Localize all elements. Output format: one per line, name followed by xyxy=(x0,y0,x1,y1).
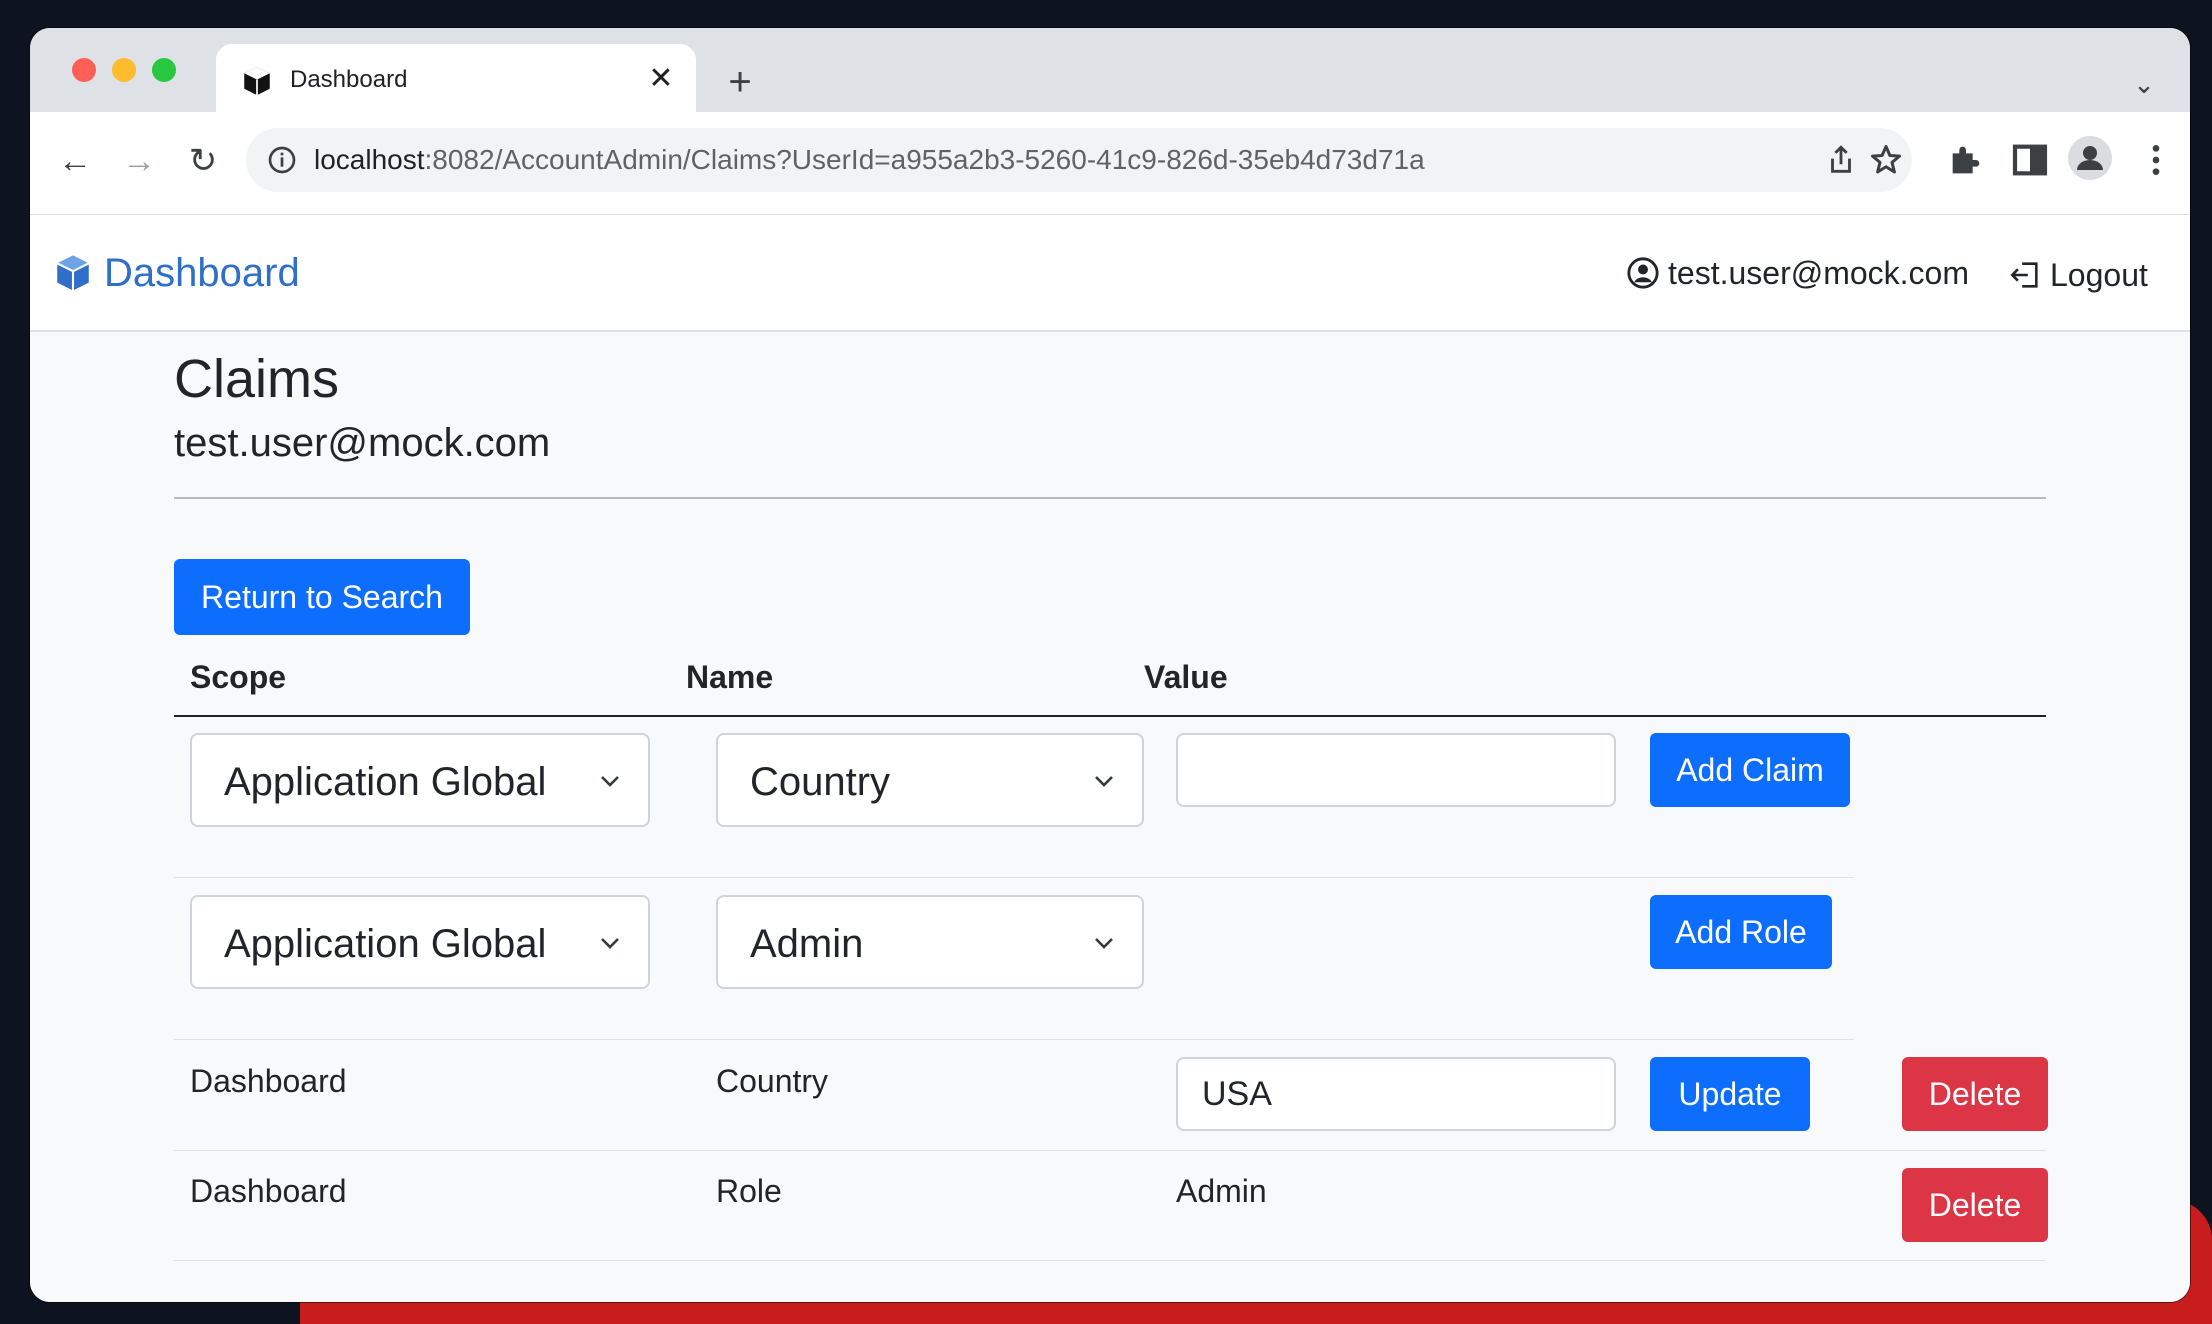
profile-avatar-icon[interactable] xyxy=(2066,134,2114,182)
chevron-down-icon xyxy=(1095,776,1113,787)
row-2-scope: Dashboard xyxy=(190,1173,347,1209)
user-account-link[interactable]: test.user@mock.com xyxy=(1626,249,1969,297)
column-header-scope: Scope xyxy=(190,659,287,695)
brand-label: Dashboard xyxy=(104,250,300,295)
site-info-icon[interactable] xyxy=(266,144,298,176)
row-separator xyxy=(174,1150,2046,1151)
window-close-button[interactable] xyxy=(72,58,96,82)
page-viewport: Dashboard test.user@mock.com Logout Clai… xyxy=(30,215,2190,1302)
select-value: Country xyxy=(750,760,891,804)
tab-dashboard[interactable]: Dashboard ✕ xyxy=(216,44,696,112)
add-claim-name-select[interactable]: Country xyxy=(716,733,1144,827)
back-arrow-icon[interactable]: ← xyxy=(50,136,100,186)
page-title: Claims xyxy=(174,349,340,409)
browser-toolbar: ← → ↻ localhost:8082/AccountAdmin/Claims… xyxy=(30,112,2190,215)
browser-window: Dashboard ✕ + ⌄ ← → ↻ localhost:8082/Acc… xyxy=(30,28,2190,1302)
bookmark-star-icon[interactable] xyxy=(1868,142,1904,178)
user-email: test.user@mock.com xyxy=(1668,254,1969,291)
update-button[interactable]: Update xyxy=(1650,1057,1810,1131)
delete-button[interactable]: Delete xyxy=(1902,1168,2048,1242)
row-1-value-input[interactable] xyxy=(1176,1057,1616,1131)
logout-label: Logout xyxy=(2050,256,2148,293)
return-to-search-button[interactable]: Return to Search xyxy=(174,559,470,635)
page-subtitle-user: test.user@mock.com xyxy=(174,421,551,465)
select-value: Application Global xyxy=(224,760,547,804)
brand-link[interactable]: Dashboard xyxy=(52,249,300,297)
divider xyxy=(174,497,2046,499)
logout-arrow-icon xyxy=(2010,262,2038,288)
add-role-scope-select[interactable]: Application Global xyxy=(190,895,650,989)
new-tab-icon[interactable]: + xyxy=(720,62,760,102)
app-navbar: Dashboard test.user@mock.com Logout xyxy=(30,215,2190,332)
window-maximize-button[interactable] xyxy=(152,58,176,82)
add-claim-value-input[interactable] xyxy=(1176,733,1616,807)
row-1-scope: Dashboard xyxy=(190,1063,347,1099)
table-header-line xyxy=(174,715,2046,717)
user-circle-icon xyxy=(1627,257,1659,289)
address-bar[interactable]: localhost:8082/AccountAdmin/Claims?UserI… xyxy=(246,128,1912,192)
row-2-name: Role xyxy=(716,1173,782,1209)
add-role-name-select[interactable]: Admin xyxy=(716,895,1144,989)
row-2-value: Admin xyxy=(1176,1173,1267,1209)
column-header-value: Value xyxy=(1144,659,1228,695)
share-icon[interactable] xyxy=(1824,142,1858,178)
row-separator xyxy=(174,1039,1854,1040)
url-path: :8082/AccountAdmin/Claims?UserId=a955a2b… xyxy=(424,144,1425,175)
side-panel-icon[interactable] xyxy=(2010,140,2050,180)
chevron-down-icon xyxy=(601,938,619,949)
select-value: Admin xyxy=(750,922,864,966)
box-icon xyxy=(56,255,90,291)
row-separator xyxy=(174,1260,2046,1261)
chevron-down-icon xyxy=(1095,938,1113,949)
url-host: localhost xyxy=(314,144,425,175)
add-claim-button[interactable]: Add Claim xyxy=(1650,733,1850,807)
add-claim-scope-select[interactable]: Application Global xyxy=(190,733,650,827)
forward-arrow-icon[interactable]: → xyxy=(114,136,164,186)
url-text[interactable]: localhost:8082/AccountAdmin/Claims?UserI… xyxy=(314,142,1425,178)
reload-icon[interactable]: ↻ xyxy=(178,136,228,186)
delete-button[interactable]: Delete xyxy=(1902,1057,2048,1131)
chevron-down-icon xyxy=(601,776,619,787)
kebab-menu-icon[interactable] xyxy=(2136,140,2176,180)
select-value: Application Global xyxy=(224,922,547,966)
add-role-button[interactable]: Add Role xyxy=(1650,895,1832,969)
tab-close-icon[interactable]: ✕ xyxy=(644,62,678,96)
row-separator xyxy=(174,877,1854,878)
box-icon xyxy=(244,66,270,96)
tab-strip: Dashboard ✕ + ⌄ xyxy=(30,28,2190,112)
extensions-puzzle-icon[interactable] xyxy=(1946,140,1986,180)
row-1-name: Country xyxy=(716,1063,829,1099)
tab-title: Dashboard xyxy=(290,66,408,93)
tab-search-chevron-icon[interactable]: ⌄ xyxy=(2126,66,2162,102)
column-header-name: Name xyxy=(686,659,774,695)
logout-link[interactable]: Logout xyxy=(2008,251,2148,299)
window-minimize-button[interactable] xyxy=(112,58,136,82)
